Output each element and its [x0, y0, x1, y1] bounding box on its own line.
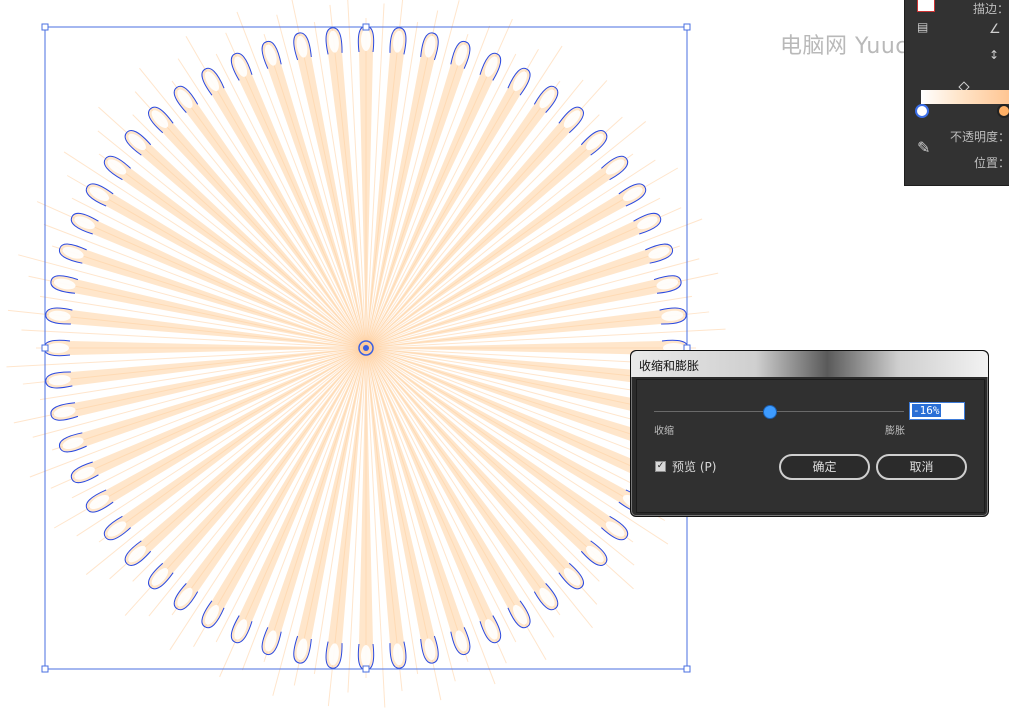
gradient-panel: 描边： ▤ ∠ ↕ ✎ 不透明度： 位置： — [904, 0, 1009, 186]
bounding-box-handle[interactable] — [683, 23, 691, 31]
stroke-swatch-icon[interactable] — [917, 0, 935, 12]
center-dot — [363, 345, 369, 351]
pucker-bloat-slider[interactable] — [654, 411, 904, 412]
gradient-bar[interactable] — [921, 90, 1009, 104]
ok-button[interactable]: 确定 — [779, 454, 870, 480]
pucker-bloat-dialog: 收缩和膨胀 收缩 膨胀 -16% ✓ 预览 (P) 确定 取消 — [630, 350, 989, 517]
position-label: 位置： — [974, 156, 1009, 170]
pucker-label: 收缩 — [654, 426, 674, 437]
bounding-box-handle[interactable] — [41, 344, 49, 352]
bounding-box-handle[interactable] — [41, 665, 49, 673]
bounding-box-handle[interactable] — [362, 665, 370, 673]
cancel-button[interactable]: 取消 — [876, 454, 967, 480]
gradient-stop-left[interactable] — [915, 104, 929, 118]
stroke-label: 描边： — [973, 2, 1009, 16]
bounding-box-handle[interactable] — [683, 665, 691, 673]
eyedropper-icon[interactable]: ✎ — [917, 138, 930, 157]
slider-knob[interactable] — [763, 405, 777, 419]
preview-label: 预览 (P) — [672, 460, 717, 474]
dialog-body: 收缩 膨胀 -16% ✓ 预览 (P) 确定 取消 — [636, 379, 985, 513]
aspect-ratio-icon[interactable]: ↕ — [989, 48, 999, 62]
bloat-label: 膨胀 — [885, 426, 905, 437]
align-icon[interactable]: ▤ — [917, 20, 928, 34]
amount-value: -16% — [912, 404, 941, 417]
opacity-label: 不透明度： — [950, 130, 1009, 144]
gradient-stop-right[interactable] — [997, 104, 1009, 118]
amount-input[interactable]: -16% — [909, 402, 965, 420]
bounding-box-handle[interactable] — [41, 23, 49, 31]
bounding-box-handle[interactable] — [362, 23, 370, 31]
preview-checkbox[interactable]: ✓ — [655, 461, 666, 472]
dialog-title: 收缩和膨胀 — [639, 359, 700, 373]
angle-icon[interactable]: ∠ — [989, 22, 1001, 37]
